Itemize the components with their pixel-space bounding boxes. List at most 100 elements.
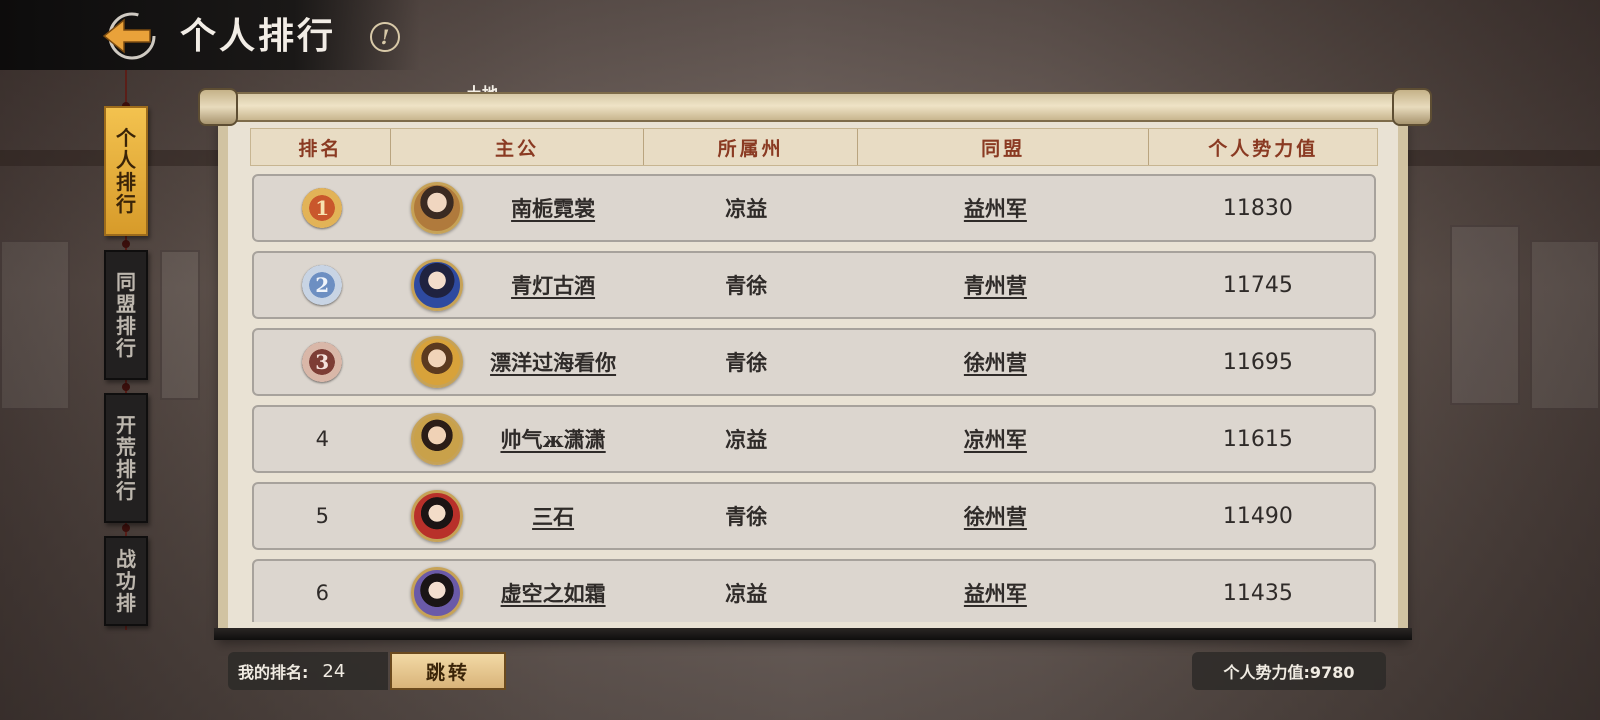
alliance-cell: 益州军	[849, 176, 1142, 240]
tab-label-char: 行	[116, 336, 136, 360]
back-arrow-icon	[102, 12, 156, 60]
tab-label-char: 盟	[116, 292, 136, 316]
rank-cell: 4	[315, 427, 329, 451]
state-cell: 凉益	[725, 581, 768, 606]
avatar[interactable]	[410, 567, 463, 619]
tab-label-char: 功	[116, 569, 136, 593]
lord-name-link[interactable]: 帅气ж潇潇	[463, 424, 644, 454]
lord-name-link[interactable]: 漂洋过海看你	[463, 347, 644, 377]
table-row[interactable]: 2 青灯古酒 青徐 青州营 11745	[252, 251, 1376, 319]
state-cell: 青徐	[725, 504, 768, 529]
table-row[interactable]: 3 漂洋过海看你 青徐 徐州营 11695	[252, 328, 1376, 396]
page-title: 个人排行	[180, 15, 337, 57]
lord-name-link[interactable]: 虚空之如霜	[463, 578, 644, 608]
power-cell: 11435	[1222, 580, 1293, 606]
tab-label-char: 排	[116, 170, 136, 194]
scroll-rod-cap-right	[1392, 88, 1432, 126]
rank-cell: 3	[254, 330, 391, 394]
rank-cell: 6	[315, 581, 329, 605]
my-rank-label: 我的排名:	[238, 663, 309, 682]
alliance-cell: 青州营	[849, 253, 1142, 317]
avatar[interactable]	[410, 413, 463, 465]
tab-merit-ranking[interactable]: 战 功 排	[104, 536, 148, 626]
my-rank-display: 我的排名: 24	[228, 652, 388, 690]
power-cell: 11745	[1222, 272, 1293, 298]
tab-label-char: 行	[116, 192, 136, 216]
rank-3-medal-icon: 3	[302, 342, 343, 382]
top-bar: 个人排行 !	[0, 0, 420, 70]
column-header-alliance: 同盟	[858, 129, 1150, 165]
background-window-left	[0, 240, 70, 410]
alliance-link[interactable]: 徐州营	[964, 501, 1027, 531]
alliance-link[interactable]: 青州营	[964, 270, 1027, 300]
tab-label-char: 人	[116, 148, 136, 172]
rope-knot	[122, 240, 130, 248]
avatar[interactable]	[410, 490, 463, 542]
table-header: 排名 主公 所属州 同盟 个人势力值	[250, 128, 1378, 166]
alliance-link[interactable]: 凉州军	[964, 424, 1027, 454]
my-power-display: 个人势力值:9780	[1192, 652, 1386, 690]
rope-knot	[122, 383, 130, 391]
rank-1-medal-icon: 1	[302, 188, 343, 228]
tab-label-char: 个	[116, 126, 136, 150]
alliance-cell: 徐州营	[849, 330, 1142, 394]
state-cell: 青徐	[725, 273, 768, 298]
table-row[interactable]: 1 南栀霓裳 凉益 益州军 11830	[252, 174, 1376, 242]
lord-name-link[interactable]: 南栀霓裳	[463, 193, 644, 223]
alliance-cell: 徐州营	[849, 484, 1142, 548]
tab-reclaim-ranking[interactable]: 开 荒 排 行	[104, 393, 148, 523]
avatar[interactable]	[410, 182, 463, 234]
avatar[interactable]	[410, 336, 463, 388]
table-row[interactable]: 4 帅气ж潇潇 凉益 凉州军 11615	[252, 405, 1376, 473]
scroll-bottom-edge	[214, 628, 1412, 640]
my-rank-value: 24	[322, 660, 346, 682]
background-window-right-2	[1530, 240, 1600, 410]
alliance-cell: 凉州军	[849, 407, 1142, 471]
rope-knot	[122, 524, 130, 532]
power-cell: 11695	[1222, 349, 1293, 375]
tab-label-char: 排	[116, 457, 136, 481]
power-cell: 11830	[1222, 195, 1293, 221]
tab-alliance-ranking[interactable]: 同 盟 排 行	[104, 250, 148, 380]
scroll-rod-cap-left	[198, 88, 238, 126]
power-cell: 11615	[1222, 426, 1293, 452]
tab-personal-ranking[interactable]: 个 人 排 行	[104, 106, 148, 236]
lord-cell: 漂洋过海看你	[391, 330, 644, 394]
tab-label-char: 排	[116, 314, 136, 338]
tab-label-char: 战	[116, 547, 136, 571]
ranking-list[interactable]: 1 南栀霓裳 凉益 益州军 11830 2 青灯古酒 青徐 青州营 11745 …	[252, 174, 1376, 622]
lord-cell: 南栀霓裳	[391, 176, 644, 240]
lord-cell: 三石	[391, 484, 644, 548]
column-header-lord: 主公	[391, 129, 645, 165]
column-header-state: 所属州	[644, 129, 858, 165]
alliance-cell: 益州军	[849, 561, 1142, 622]
table-row[interactable]: 6 虚空之如霜 凉益 益州军 11435	[252, 559, 1376, 622]
lord-name-link[interactable]: 青灯古酒	[463, 270, 644, 300]
state-cell: 凉益	[725, 196, 768, 221]
info-icon[interactable]: !	[370, 22, 400, 52]
column-header-power: 个人势力值	[1208, 137, 1319, 160]
rank-cell: 2	[254, 253, 391, 317]
back-button[interactable]	[96, 8, 160, 64]
avatar[interactable]	[410, 259, 463, 311]
lord-name-link[interactable]: 三石	[463, 501, 644, 531]
tab-label-char: 排	[116, 591, 136, 615]
column-header-rank: 排名	[251, 129, 391, 165]
rank-cell: 1	[254, 176, 391, 240]
rank-2-medal-icon: 2	[302, 265, 343, 305]
tab-label-char: 开	[116, 413, 136, 437]
background-window-right	[1450, 225, 1520, 405]
lord-cell: 青灯古酒	[391, 253, 644, 317]
alliance-link[interactable]: 益州军	[964, 193, 1027, 223]
lord-cell: 虚空之如霜	[391, 561, 644, 622]
jump-button[interactable]: 跳转	[390, 652, 506, 690]
rank-cell: 5	[315, 504, 329, 528]
alliance-link[interactable]: 益州军	[964, 578, 1027, 608]
tab-label-char: 同	[116, 270, 136, 294]
scroll-rod-top	[200, 92, 1430, 122]
state-cell: 青徐	[725, 350, 768, 375]
alliance-link[interactable]: 徐州营	[964, 347, 1027, 377]
background-window-left-2	[160, 250, 200, 400]
power-cell: 11490	[1222, 503, 1293, 529]
table-row[interactable]: 5 三石 青徐 徐州营 11490	[252, 482, 1376, 550]
